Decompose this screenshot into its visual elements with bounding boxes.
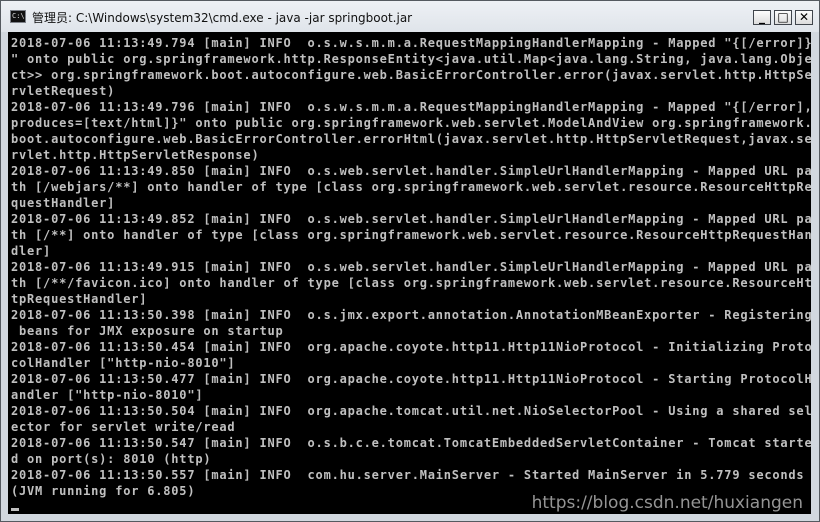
minimize-button[interactable]: _: [753, 10, 771, 25]
console-line: questHandler]: [11, 196, 116, 210]
console-line: ct>> org.springframework.boot.autoconfig…: [11, 68, 811, 82]
maximize-button[interactable]: □: [774, 10, 792, 25]
console-line: 2018-07-06 11:13:50.557 [main] INFO com.…: [11, 468, 805, 482]
console-line: " onto public org.springframework.http.R…: [11, 52, 811, 66]
window-controls: _ □ ✕: [750, 10, 813, 25]
console-line: 2018-07-06 11:13:49.794 [main] INFO o.s.…: [11, 36, 811, 50]
console-line: 2018-07-06 11:13:50.477 [main] INFO org.…: [11, 372, 811, 386]
console-line: th [/**/favicon.ico] onto handler of typ…: [11, 276, 811, 290]
cmd-app-icon[interactable]: C:\: [10, 10, 26, 23]
cmd-window: C:\ 管理员: C:\Windows\system32\cmd.exe - j…: [0, 0, 820, 522]
console-output[interactable]: 2018-07-06 11:13:49.794 [main] INFO o.s.…: [8, 32, 811, 514]
title-bar[interactable]: C:\ 管理员: C:\Windows\system32\cmd.exe - j…: [1, 1, 819, 32]
console-line: (JVM running for 6.805): [11, 484, 196, 498]
console-text: 2018-07-06 11:13:49.794 [main] INFO o.s.…: [8, 32, 811, 499]
close-button[interactable]: ✕: [795, 10, 813, 25]
window-title: 管理员: C:\Windows\system32\cmd.exe - java …: [32, 11, 413, 25]
console-line: beans for JMX exposure on startup: [11, 324, 284, 338]
text-cursor: [11, 508, 19, 511]
console-line: produces=[text/html]}" onto public org.s…: [11, 116, 811, 130]
console-line: tpRequestHandler]: [11, 292, 148, 306]
console-line: 2018-07-06 11:13:50.547 [main] INFO o.s.…: [11, 436, 811, 450]
console-line: 2018-07-06 11:13:49.796 [main] INFO o.s.…: [11, 100, 811, 114]
window-bottom-border: [1, 514, 819, 521]
console-line: 2018-07-06 11:13:50.398 [main] INFO o.s.…: [11, 308, 811, 322]
console-line: rvletRequest): [11, 84, 116, 98]
console-line: th [/**] onto handler of type [class org…: [11, 228, 811, 242]
console-line: d on port(s): 8010 (http): [11, 452, 212, 466]
console-line: boot.autoconfigure.web.BasicErrorControl…: [11, 132, 811, 146]
console-line: andler ["http-nio-8010"]: [11, 388, 204, 402]
console-line: 2018-07-06 11:13:50.454 [main] INFO org.…: [11, 340, 811, 354]
console-line: 2018-07-06 11:13:49.850 [main] INFO o.s.…: [11, 164, 811, 178]
console-line: rvlet.http.HttpServletResponse): [11, 148, 260, 162]
console-line: dler]: [11, 244, 52, 258]
watermark-text: https://blog.csdn.net/huxiangen: [531, 493, 803, 513]
console-line: ector for servlet write/read: [11, 420, 236, 434]
console-line: th [/webjars/**] onto handler of type [c…: [11, 180, 811, 194]
console-line: 2018-07-06 11:13:49.915 [main] INFO o.s.…: [11, 260, 811, 274]
console-line: 2018-07-06 11:13:49.852 [main] INFO o.s.…: [11, 212, 811, 226]
console-line: colHandler ["http-nio-8010"]: [11, 356, 236, 370]
console-line: 2018-07-06 11:13:50.504 [main] INFO org.…: [11, 404, 811, 418]
